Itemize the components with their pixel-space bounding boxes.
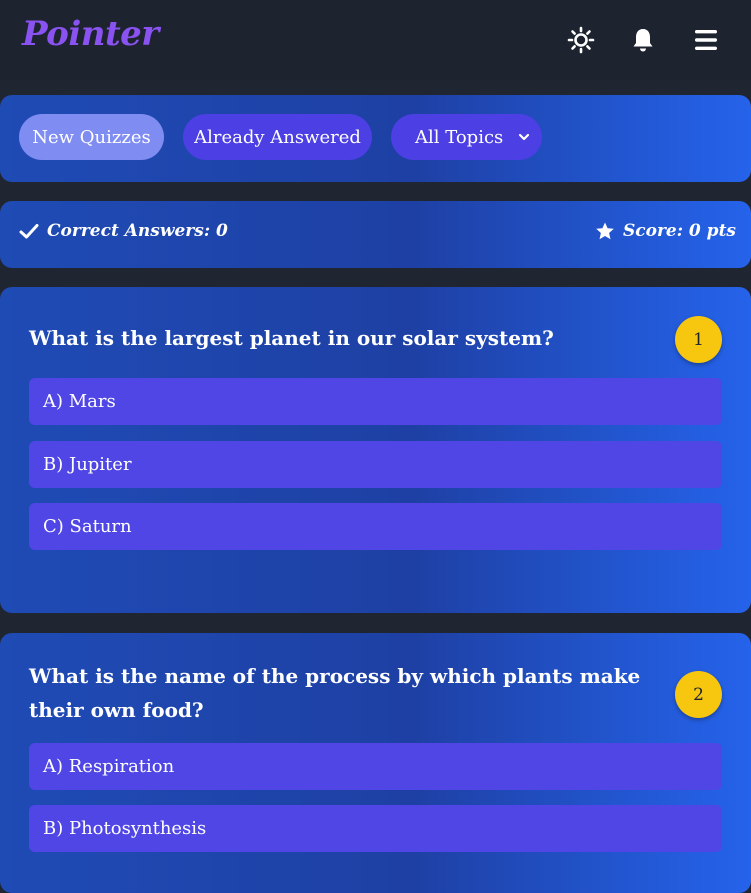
stats-bar: Correct Answers: 0 Score: 0 pts — [0, 201, 751, 268]
sun-icon[interactable] — [567, 26, 595, 54]
menu-icon[interactable] — [692, 26, 720, 54]
score-stat: Score: 0 pts — [595, 221, 736, 241]
star-icon — [596, 222, 614, 240]
correct-answers-stat: Correct Answers: 0 — [19, 221, 228, 241]
app-logo[interactable]: Pointer — [22, 14, 159, 54]
question-text: What is the name of the process by which… — [29, 664, 641, 722]
answer-option[interactable]: A) Respiration — [29, 743, 722, 790]
top-navbar: Pointer — [0, 0, 751, 80]
tab-already-answered[interactable]: Already Answered — [183, 114, 372, 160]
question-number-badge: 2 — [675, 671, 722, 718]
filter-bar: New Quizzes Already Answered All Topics — [0, 95, 751, 182]
topics-select[interactable]: All Topics — [391, 114, 542, 160]
quiz-card: What is the name of the process by which… — [0, 633, 751, 893]
topics-select-value: All Topics — [415, 126, 504, 148]
answer-option[interactable]: A) Mars — [29, 378, 722, 425]
answer-option[interactable]: B) Jupiter — [29, 441, 722, 488]
chevron-down-icon — [518, 133, 530, 141]
question-text: What is the largest planet in our solar … — [29, 326, 554, 350]
correct-answers-label: Correct Answers: 0 — [47, 221, 228, 241]
answer-option[interactable]: C) Saturn — [29, 503, 722, 550]
score-label: Score: 0 pts — [623, 221, 736, 241]
check-icon — [19, 224, 39, 239]
question-number-badge: 1 — [675, 316, 722, 363]
tab-new-quizzes[interactable]: New Quizzes — [19, 114, 164, 160]
answer-option[interactable]: B) Photosynthesis — [29, 805, 722, 852]
bell-icon[interactable] — [629, 26, 657, 54]
quiz-card: What is the largest planet in our solar … — [0, 287, 751, 613]
